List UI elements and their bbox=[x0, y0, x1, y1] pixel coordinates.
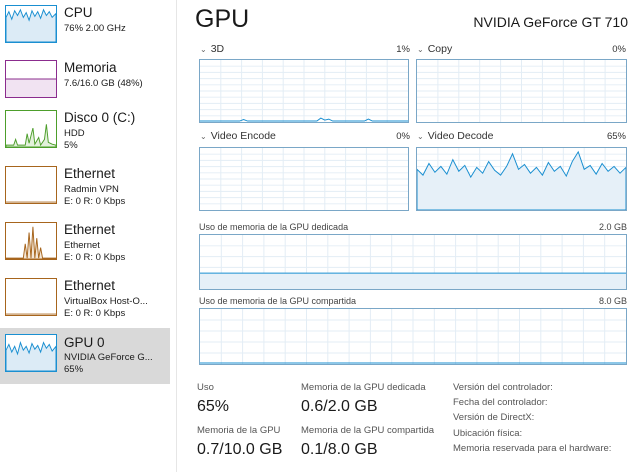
engine-graph-video-encode bbox=[199, 147, 409, 211]
engine-selector-video-encode[interactable]: ⌄ Video Encode bbox=[200, 130, 276, 142]
driver-version-label: Versión del controlador: bbox=[453, 382, 553, 393]
engine-graph-3d bbox=[199, 59, 409, 123]
sidebar-item-title: Ethernet bbox=[64, 166, 116, 181]
shared-memory-value: 0.1/8.0 GB bbox=[301, 441, 378, 458]
sidebar-item-detail: Radmin VPN bbox=[64, 184, 119, 195]
sidebar-item-detail-2: E: 0 R: 0 Kbps bbox=[64, 196, 126, 207]
sidebar-item-ethernet[interactable]: Ethernet Ethernet E: 0 R: 0 Kbps bbox=[0, 219, 170, 275]
dedicated-memory-value: 0.6/2.0 GB bbox=[301, 398, 378, 415]
shared-memory-graph-label: Uso de memoria de la GPU compartida bbox=[199, 296, 357, 306]
ethernet-thumbnail-graph bbox=[5, 222, 57, 260]
sidebar-item-detail-2: 65% bbox=[64, 364, 84, 375]
gpu-model-name: NVIDIA GeForce GT 710 bbox=[473, 14, 628, 30]
dedicated-memory-graph-label: Uso de memoria de la GPU dedicada bbox=[199, 222, 349, 232]
usage-label: Uso bbox=[197, 382, 214, 393]
engine-percent: 1% bbox=[396, 44, 410, 55]
physical-location-label: Ubicación física: bbox=[453, 428, 523, 439]
disk-thumbnail-graph bbox=[5, 110, 57, 148]
sidebar-item-cpu[interactable]: CPU 76% 2.00 GHz bbox=[0, 2, 170, 58]
sidebar-item-title: GPU 0 bbox=[64, 335, 105, 350]
ethernet-thumbnail-graph bbox=[5, 166, 57, 204]
engine-percent: 0% bbox=[396, 131, 410, 142]
engine-percent: 65% bbox=[606, 131, 626, 142]
engine-graph-video-decode bbox=[416, 147, 627, 211]
cpu-thumbnail-graph bbox=[5, 5, 57, 43]
gpu-memory-label: Memoria de la GPU bbox=[197, 425, 281, 436]
sidebar-item-detail: VirtualBox Host-O... bbox=[64, 296, 148, 307]
chevron-down-icon[interactable]: ⌄ bbox=[200, 45, 207, 54]
sidebar-item-detail: HDD bbox=[64, 128, 85, 139]
shared-memory-graph bbox=[199, 308, 627, 365]
sidebar-item-memory[interactable]: Memoria 7.6/16.0 GB (48%) bbox=[0, 57, 170, 113]
engine-label: 3D bbox=[210, 43, 225, 55]
engine-selector-copy[interactable]: ⌄ Copy bbox=[417, 43, 452, 55]
dedicated-memory-graph-max: 2.0 GB bbox=[598, 222, 627, 232]
driver-date-label: Fecha del controlador: bbox=[453, 397, 548, 408]
sidebar-item-detail: Ethernet bbox=[64, 240, 100, 251]
chevron-down-icon[interactable]: ⌄ bbox=[417, 132, 424, 141]
engine-label: Video Encode bbox=[210, 130, 276, 142]
dedicated-memory-label: Memoria de la GPU dedicada bbox=[301, 382, 426, 393]
sidebar-item-title: Ethernet bbox=[64, 222, 116, 237]
sidebar-item-detail: 76% 2.00 GHz bbox=[64, 23, 126, 34]
sidebar-item-title: Memoria bbox=[64, 60, 117, 75]
sidebar: CPU 76% 2.00 GHz Memoria 7.6/16.0 GB (48… bbox=[0, 0, 170, 472]
sidebar-item-detail: NVIDIA GeForce G... bbox=[64, 352, 153, 363]
gpu-thumbnail-graph bbox=[5, 334, 57, 372]
usage-value: 65% bbox=[197, 398, 230, 415]
gpu-memory-value: 0.7/10.0 GB bbox=[197, 441, 283, 458]
directx-version-label: Versión de DirectX: bbox=[453, 412, 535, 423]
sidebar-item-title: CPU bbox=[64, 5, 93, 20]
sidebar-item-detail-2: 5% bbox=[64, 140, 78, 151]
chevron-down-icon[interactable]: ⌄ bbox=[417, 45, 424, 54]
engine-label: Copy bbox=[427, 43, 453, 55]
memory-thumbnail-graph bbox=[5, 60, 57, 98]
reserved-memory-label: Memoria reservada para el hardware: bbox=[453, 443, 612, 454]
sidebar-item-ethernet-radmin[interactable]: Ethernet Radmin VPN E: 0 R: 0 Kbps bbox=[0, 163, 170, 219]
sidebar-item-gpu[interactable]: GPU 0 NVIDIA GeForce G... 65% bbox=[0, 328, 170, 384]
sidebar-item-title: Ethernet bbox=[64, 278, 116, 293]
sidebar-item-detail-2: E: 0 R: 0 Kbps bbox=[64, 308, 126, 319]
engine-label: Video Decode bbox=[427, 130, 494, 142]
dedicated-memory-graph bbox=[199, 234, 627, 290]
sidebar-item-ethernet-virtualbox[interactable]: Ethernet VirtualBox Host-O... E: 0 R: 0 … bbox=[0, 275, 170, 331]
page-title: GPU bbox=[195, 5, 250, 33]
engine-selector-3d[interactable]: ⌄ 3D bbox=[200, 43, 224, 55]
engine-graph-copy bbox=[416, 59, 627, 123]
pane-divider bbox=[176, 0, 177, 472]
shared-memory-label: Memoria de la GPU compartida bbox=[301, 425, 435, 436]
chevron-down-icon[interactable]: ⌄ bbox=[200, 132, 207, 141]
sidebar-item-disk[interactable]: Disco 0 (C:) HDD 5% bbox=[0, 107, 170, 163]
sidebar-item-title: Disco 0 (C:) bbox=[64, 110, 136, 125]
sidebar-item-detail: 7.6/16.0 GB (48%) bbox=[64, 78, 143, 89]
shared-memory-graph-max: 8.0 GB bbox=[598, 296, 627, 306]
sidebar-item-detail-2: E: 0 R: 0 Kbps bbox=[64, 252, 126, 263]
ethernet-thumbnail-graph bbox=[5, 278, 57, 316]
engine-percent: 0% bbox=[612, 44, 626, 55]
engine-selector-video-decode[interactable]: ⌄ Video Decode bbox=[417, 130, 493, 142]
